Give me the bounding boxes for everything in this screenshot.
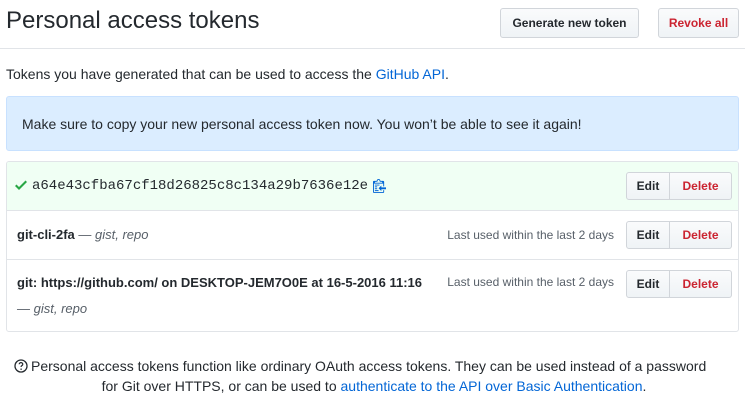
revoke-all-button[interactable]: Revoke all (658, 8, 739, 38)
question-icon (14, 358, 28, 373)
token-name-text: git-cli-2fa (17, 227, 75, 242)
token-scopes: — gist, repo (74, 227, 149, 242)
generate-new-token-button[interactable]: Generate new token (500, 8, 639, 38)
basic-auth-link[interactable]: authenticate to the API over Basic Authe… (341, 378, 643, 394)
footer-text-line1: Personal access tokens function like ord… (31, 358, 707, 374)
page-header: Personal access tokens Generate new toke… (0, 0, 745, 49)
new-token-actions: Edit Delete (626, 172, 732, 200)
token-actions: Edit Delete (626, 270, 732, 298)
token-row: git-cli-2fa — gist, repo Last used withi… (7, 211, 738, 260)
delete-button[interactable]: Delete (670, 221, 732, 249)
token-list: a64e43cfba67cf18d26825c8c134a29b7636e12e… (6, 161, 739, 332)
github-api-link[interactable]: GitHub API (376, 66, 445, 82)
flash-notice: Make sure to copy your new personal acce… (6, 96, 739, 151)
edit-button[interactable]: Edit (626, 172, 670, 200)
footer-suffix: . (642, 378, 647, 394)
token-row: git: https://github.com/ on DESKTOP-JEM7… (7, 260, 738, 331)
token-actions: Edit Delete (626, 221, 732, 249)
clippy-icon[interactable] (373, 178, 386, 193)
edit-button[interactable]: Edit (626, 221, 670, 249)
intro-text: Tokens you have generated that can be us… (6, 66, 449, 82)
delete-button[interactable]: Delete (670, 270, 732, 298)
page-title: Personal access tokens (6, 7, 260, 34)
footer-line2: for Git over HTTPS, or can be used to au… (14, 376, 734, 396)
intro-suffix: . (444, 66, 449, 82)
check-icon (15, 177, 27, 191)
edit-button[interactable]: Edit (626, 270, 670, 298)
footer-note: Personal access tokens function like ord… (14, 356, 734, 396)
last-used-text: Last used within the last 2 days (447, 275, 614, 289)
token-name: git: https://github.com/ on DESKTOP-JEM7… (17, 275, 423, 290)
token-scopes: — gist, repo (17, 301, 88, 316)
intro-prefix: Tokens you have generated that can be us… (6, 66, 376, 82)
last-used-text: Last used within the last 2 days (447, 228, 614, 242)
flash-message: Make sure to copy your new personal acce… (22, 115, 582, 132)
token-value[interactable]: a64e43cfba67cf18d26825c8c134a29b7636e12e (32, 178, 368, 194)
footer-text-line2: for Git over HTTPS, or can be used to (101, 378, 341, 394)
delete-button[interactable]: Delete (670, 172, 732, 200)
token-name: git-cli-2fa — gist, repo (17, 227, 149, 242)
new-token-row: a64e43cfba67cf18d26825c8c134a29b7636e12e… (7, 162, 738, 211)
